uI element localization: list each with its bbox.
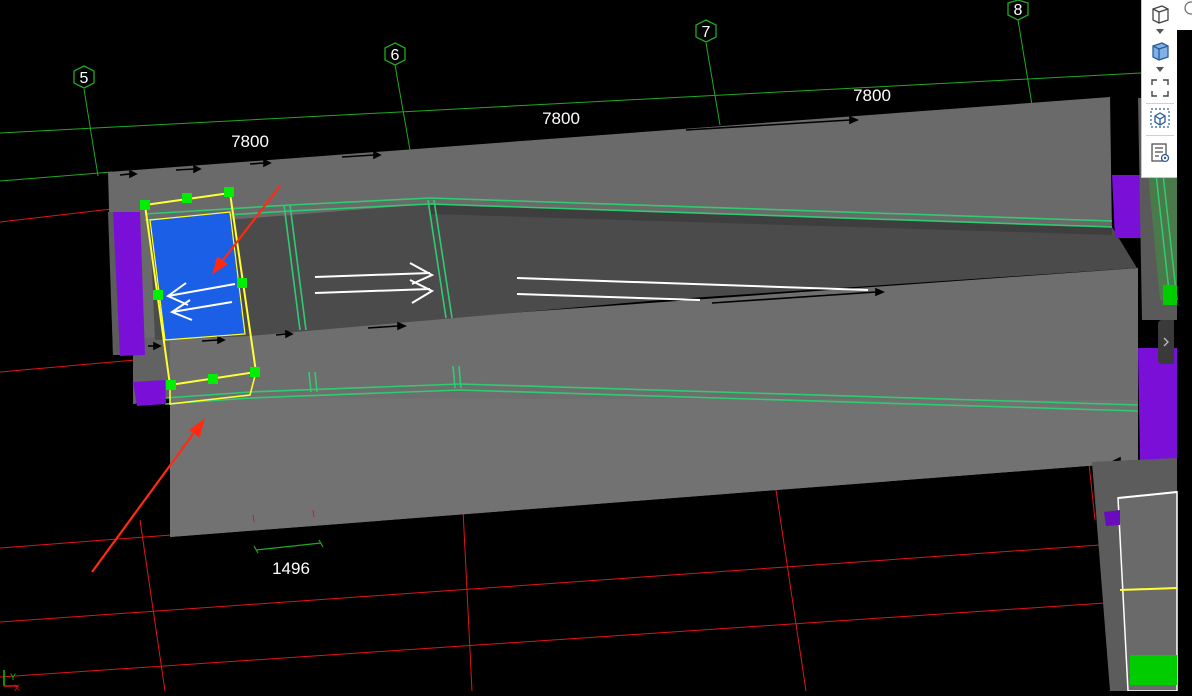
render-mode-button[interactable]: [1146, 37, 1174, 63]
axis-label-8: 8: [1014, 2, 1023, 19]
layer-filter-button[interactable]: [1146, 140, 1174, 166]
3d-model-viewport[interactable]: 5 6 7 8 7800 7800 7800 1496 Y X: [0, 0, 1192, 691]
axis-label-7: 7: [702, 24, 711, 41]
view-toolbar: [1141, 0, 1177, 178]
view-mode-dropdown[interactable]: [1156, 28, 1164, 34]
axis-bubble-7[interactable]: 7: [695, 19, 717, 43]
view-mode-button[interactable]: [1146, 0, 1174, 26]
chevron-down-icon: [1156, 28, 1164, 34]
toolbar-separator: [1146, 135, 1174, 136]
view-cube-icon: [1150, 108, 1170, 128]
axis-indicator-x: X: [14, 683, 20, 691]
dimension-span-5-6: 7800: [231, 132, 269, 151]
dimension-span-7-8: 7800: [853, 86, 891, 105]
model-canvas[interactable]: 5 6 7 8 7800 7800 7800 1496 Y X: [0, 0, 1192, 691]
fullscreen-icon: [1151, 79, 1169, 97]
render-mode-dropdown[interactable]: [1156, 66, 1164, 72]
axis-indicator-y: Y: [10, 672, 16, 682]
axis-bubble-6[interactable]: 6: [384, 42, 406, 66]
view-cube-button[interactable]: [1146, 105, 1174, 131]
axis-label-6: 6: [391, 47, 400, 64]
axis-bubble-5[interactable]: 5: [73, 65, 95, 89]
fullscreen-button[interactable]: [1146, 75, 1174, 101]
axis-label-5: 5: [80, 70, 89, 87]
right-panel-edge: [1177, 0, 1192, 691]
layer-filter-icon: [1151, 143, 1170, 163]
toolbar-separator: [1146, 103, 1174, 104]
panel-edge-graphic: [1177, 0, 1192, 30]
cube-outline-icon: [1152, 5, 1169, 24]
dimension-span-6-7: 7800: [542, 109, 580, 128]
dimension-component-width: 1496: [272, 559, 310, 578]
chevron-down-icon: [1156, 66, 1164, 72]
chevron-right-icon: [1163, 337, 1169, 347]
cube-solid-icon: [1152, 42, 1169, 61]
axis-bubble-8[interactable]: 8: [1007, 0, 1029, 21]
side-panel-toggle[interactable]: [1158, 320, 1174, 364]
